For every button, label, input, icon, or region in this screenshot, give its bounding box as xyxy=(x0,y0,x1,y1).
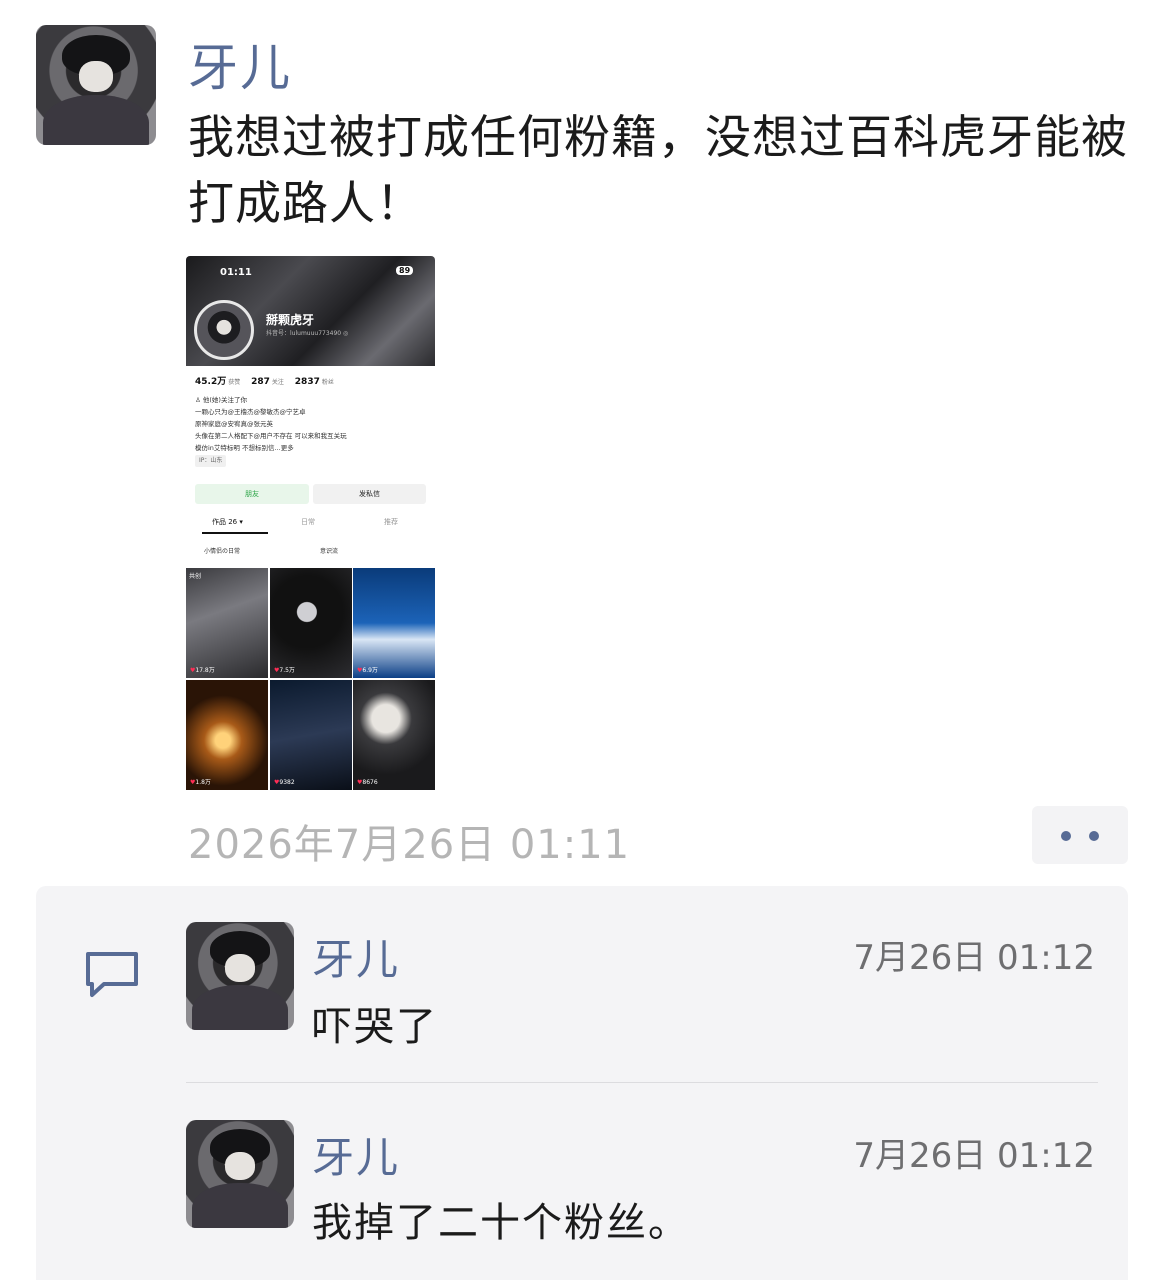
more-dots-icon xyxy=(1061,831,1071,841)
comment-divider xyxy=(186,1082,1098,1083)
post-author-name[interactable]: 牙儿 xyxy=(188,28,292,100)
collection-item: 小情侣の日常 xyxy=(204,548,241,555)
tab-underline xyxy=(202,532,268,534)
message-button: 发私信 xyxy=(313,484,426,504)
post-image[interactable]: 01:11 89 掰颗虎牙 抖音号：lulumuuu773490 ◎ 45.2万… xyxy=(186,256,435,796)
video-tile: 7.5万 xyxy=(270,568,352,678)
video-tile: 9382 xyxy=(270,680,352,790)
comment-time: 7月26日 01:12 xyxy=(853,938,1095,978)
comment-time: 7月26日 01:12 xyxy=(853,1136,1095,1176)
comment-author[interactable]: 牙儿 xyxy=(312,926,400,987)
friend-button: 朋友 xyxy=(195,484,309,504)
video-tile: 6.9万 xyxy=(353,568,435,678)
profile-nickname: 掰颗虎牙 xyxy=(266,313,315,327)
comment-author[interactable]: 牙儿 xyxy=(312,1124,400,1185)
collection-item: 意识流 xyxy=(320,548,339,555)
battery-indicator: 89 xyxy=(396,266,414,275)
comment-avatar[interactable] xyxy=(186,922,294,1030)
video-tile: 1.8万 xyxy=(186,680,268,790)
profile-handle: 抖音号：lulumuuu773490 ◎ xyxy=(266,330,349,337)
video-tile: 8676 xyxy=(353,680,435,790)
comment-avatar[interactable] xyxy=(186,1120,294,1228)
more-button[interactable] xyxy=(1032,806,1128,864)
comment-text: 我掉了二十个粉丝。 xyxy=(312,1200,690,1246)
post-timestamp: 2026年7月26日 01:11 xyxy=(188,822,631,868)
status-time: 01:11 xyxy=(220,267,252,278)
ip-badge: IP：山东 xyxy=(195,455,227,467)
profile-stats: 45.2万 获赞 287 关注 2837 粉丝 xyxy=(195,377,334,387)
profile-bio: ♙ 他(她)关注了你 一颗心只为@王橹杰@黎敏杰@宁艺卓 原神家庭@安宥真@张元… xyxy=(195,394,425,467)
author-avatar[interactable] xyxy=(36,25,156,145)
video-grid: 共创 17.8万 7.5万 6.9万 1.8万 9382 8676 xyxy=(186,568,435,796)
profile-tabs: 作品 26 ▾ 日常 推荐 xyxy=(212,518,398,526)
profile-avatar xyxy=(194,300,254,360)
speech-bubble-icon xyxy=(86,952,138,997)
comment-text: 吓哭了 xyxy=(312,1004,438,1050)
video-tile: 共创 17.8万 xyxy=(186,568,268,678)
post-text: 我想过被打成任何粉籍，没想过百科虎牙能被打成路人！ xyxy=(188,110,1128,230)
